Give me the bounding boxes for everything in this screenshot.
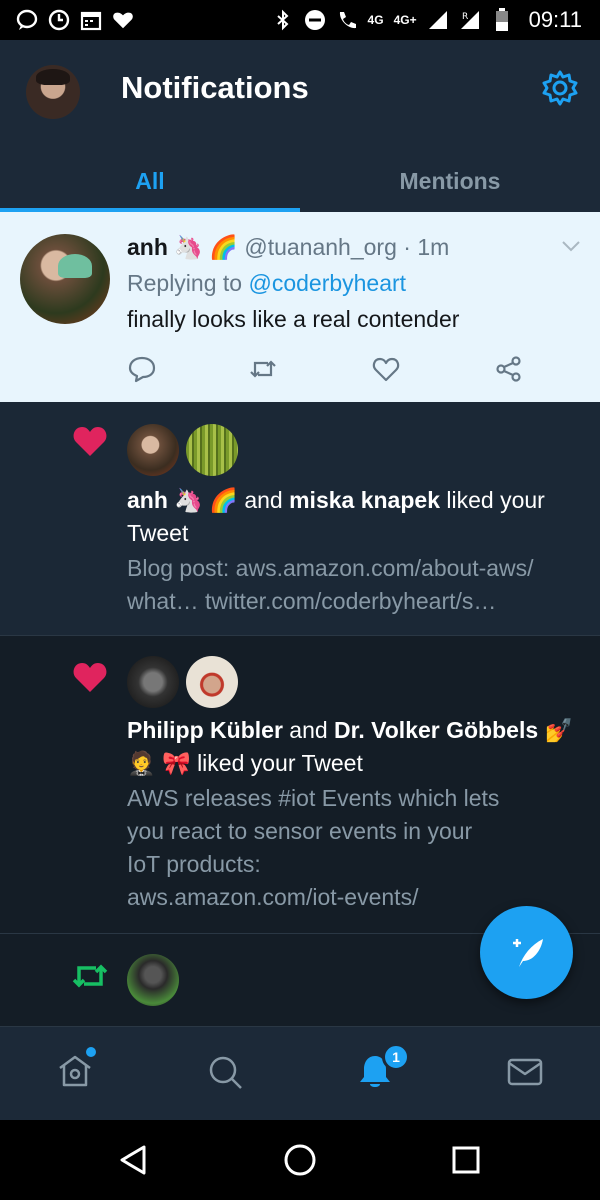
home-system-icon[interactable] [282,1142,318,1178]
replying-to-link[interactable]: @coderbyheart [248,270,406,296]
system-navigation-bar [0,1120,600,1200]
avatar[interactable] [127,424,179,476]
user-name[interactable]: Philipp Kübler [127,717,283,743]
preview-line: Blog post: aws.amazon.com/about-aws/ [127,555,534,581]
tweet-author-avatar[interactable] [20,234,110,324]
heart-icon [72,660,108,694]
messages-icon[interactable] [505,1052,545,1092]
tweet-card[interactable]: anh 🦄 🌈 @tuananh_org · 1m Replying to @c… [0,212,600,402]
tab-bar: All Mentions [0,150,600,212]
chevron-down-icon[interactable] [560,238,582,254]
clock-icon [48,9,70,31]
network-type-label: 4G [367,13,384,27]
notification-count-badge: 1 [382,1043,410,1071]
notification-text: anh 🦄 🌈 and miska knapek liked your Twee… [127,484,587,550]
avatar[interactable] [127,954,179,1006]
like-notification[interactable]: Philipp Kübler and Dr. Volker Göbbels 💅 … [0,636,600,934]
tweet-author-emoji: 🦄 🌈 [174,234,238,260]
preview-line: IoT products: [127,851,261,877]
tab-all[interactable]: All [0,150,300,212]
app-header: Notifications All Mentions [0,40,600,212]
feather-plus-icon [512,938,543,967]
home-icon[interactable] [55,1052,95,1092]
signal-icon [427,9,449,31]
svg-text:R: R [462,12,468,22]
joiner-text: and [244,487,283,513]
avatar[interactable] [186,424,238,476]
signal-roaming-icon: R [459,9,481,31]
heart-status-icon [112,9,134,31]
heart-icon [72,424,108,458]
profile-avatar[interactable] [26,65,80,119]
back-icon[interactable] [116,1142,152,1178]
bluetooth-icon [272,9,294,31]
like-icon[interactable] [371,354,401,384]
calendar-icon [80,9,102,31]
tweet-separator: · [403,234,411,260]
tweet-text: finally looks like a real contender [127,306,460,332]
tweet-time: 1m [417,234,450,260]
user-name[interactable]: anh [127,487,168,513]
avatar[interactable] [186,656,238,708]
user-name[interactable]: Dr. Volker Göbbels [334,717,538,743]
bottom-navigation: 1 [0,1026,600,1120]
replying-to: Replying to @coderbyheart [127,270,406,297]
compose-tweet-button[interactable] [480,906,573,999]
gear-icon[interactable] [540,68,580,108]
user-emoji: 💅 [544,717,574,743]
status-bar: 4G 4G+ R 09:11 [0,0,600,40]
tweet-author-handle: @tuananh_org [244,234,397,260]
page-title: Notifications [121,70,309,105]
action-text: liked your Tweet [197,750,363,776]
clock-time: 09:11 [528,7,582,32]
retweet-icon [70,960,110,992]
share-icon[interactable] [494,354,524,384]
tweet-header: anh 🦄 🌈 @tuananh_org · 1m [127,234,449,261]
retweet-icon[interactable] [248,354,278,384]
replying-prefix: Replying to [127,270,243,296]
search-icon[interactable] [205,1052,245,1092]
chat-bubble-icon [16,9,38,31]
battery-icon [491,8,513,31]
tweet-preview: Blog post: aws.amazon.com/about-aws/ wha… [127,552,587,618]
do-not-disturb-icon [304,9,326,31]
notifications-feed[interactable]: anh 🦄 🌈 @tuananh_org · 1m Replying to @c… [0,212,600,1026]
network-type-label-2: 4G+ [393,13,417,27]
tweet-author-name[interactable]: anh [127,234,168,260]
tweet-preview: AWS releases #iot Events which lets you … [127,782,587,914]
home-unread-dot [86,1047,96,1057]
preview-line: what… twitter.com/coderbyheart/s… [127,588,497,614]
tweet-actions [0,354,600,384]
user-emoji: 🦄 🌈 [174,487,238,513]
preview-line: AWS releases #iot Events which lets [127,785,500,811]
reply-icon[interactable] [127,354,157,384]
recents-icon[interactable] [448,1142,484,1178]
call-icon [336,9,358,31]
user-name[interactable]: miska knapek [289,487,440,513]
notification-text: Philipp Kübler and Dr. Volker Göbbels 💅 … [127,714,587,780]
tab-mentions[interactable]: Mentions [300,150,600,212]
avatar[interactable] [127,656,179,708]
joiner-text: and [289,717,328,743]
like-notification[interactable]: anh 🦄 🌈 and miska knapek liked your Twee… [0,402,600,636]
preview-line: you react to sensor events in your [127,818,473,844]
user-emoji: 🤵 🎀 [127,750,191,776]
